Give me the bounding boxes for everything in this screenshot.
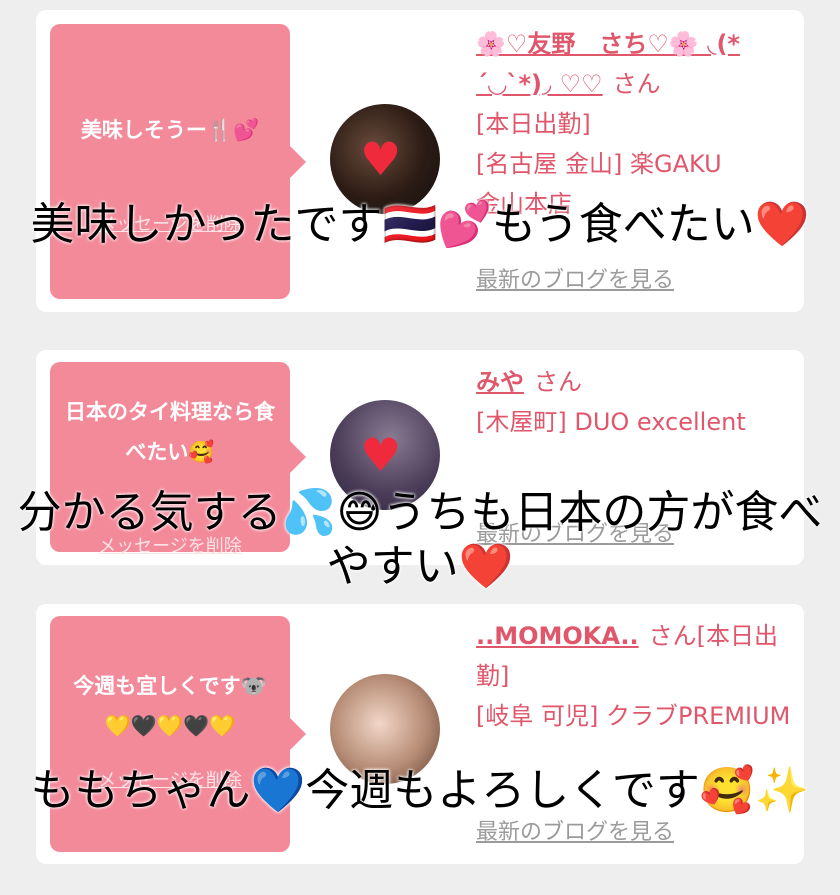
overlay-caption: ももちゃん💙今週もよろしくです🥰✨ xyxy=(30,765,810,816)
heart-icon: ♥ xyxy=(360,428,402,482)
profile-info: ..MOMOKA.. さん[本日出勤] [岐阜 可児] クラブPREMIUM xyxy=(476,616,796,736)
location-shop: [岐阜 可児] クラブPREMIUM xyxy=(476,702,791,730)
overlay-caption: 美味しかったです🇹🇭💕もう食べたい❤️ xyxy=(30,199,810,250)
profile-name-link[interactable]: ..MOMOKA.. xyxy=(476,622,639,650)
honorific: さん xyxy=(612,70,661,98)
message-list-page: 美味しそうー🍴💕 メッセージを削除 ♥ 🌸♡友野 さち♡🌸 ◟(*´◡`*)◞ … xyxy=(0,0,840,895)
profile-info: みや さん [木屋町] DUO excellent xyxy=(476,362,796,442)
latest-blog-link[interactable]: 最新のブログを見る xyxy=(476,814,674,846)
message-bubble: 美味しそうー🍴💕 メッセージを削除 xyxy=(50,24,306,299)
honorific: さん xyxy=(534,368,582,396)
latest-blog-link[interactable]: 最新のブログを見る xyxy=(476,262,674,294)
location-shop: [木屋町] DUO excellent xyxy=(476,408,746,436)
message-text: 美味しそうー🍴💕 xyxy=(80,118,260,142)
message-text: 日本のタイ料理なら食べたい🥰 xyxy=(65,400,275,464)
message-text: 今週も宜しくです🐨💛🖤💛🖤💛 xyxy=(73,674,267,738)
message-card: 美味しそうー🍴💕 メッセージを削除 ♥ 🌸♡友野 さち♡🌸 ◟(*´◡`*)◞ … xyxy=(36,10,804,312)
profile-info: 🌸♡友野 さち♡🌸 ◟(*´◡`*)◞ ♡♡ さん [本日出勤] [名古屋 金山]… xyxy=(476,24,796,224)
message-card: 今週も宜しくです🐨💛🖤💛🖤💛 メッセージを削除 ..MOMOKA.. さん[本日出… xyxy=(36,604,804,864)
heart-icon: ♥ xyxy=(360,132,402,186)
overlay-caption: 分かる気する💦😅うちも日本の方が食べやすい❤️ xyxy=(17,487,823,592)
profile-name-link[interactable]: みや xyxy=(476,368,524,396)
work-status: [本日出勤] xyxy=(476,110,591,138)
profile-name-link[interactable]: 🌸♡友野 さち♡🌸 ◟(*´◡`*)◞ ♡♡ xyxy=(476,30,740,98)
location-shop: [名古屋 金山] 楽GAKU xyxy=(476,150,722,178)
